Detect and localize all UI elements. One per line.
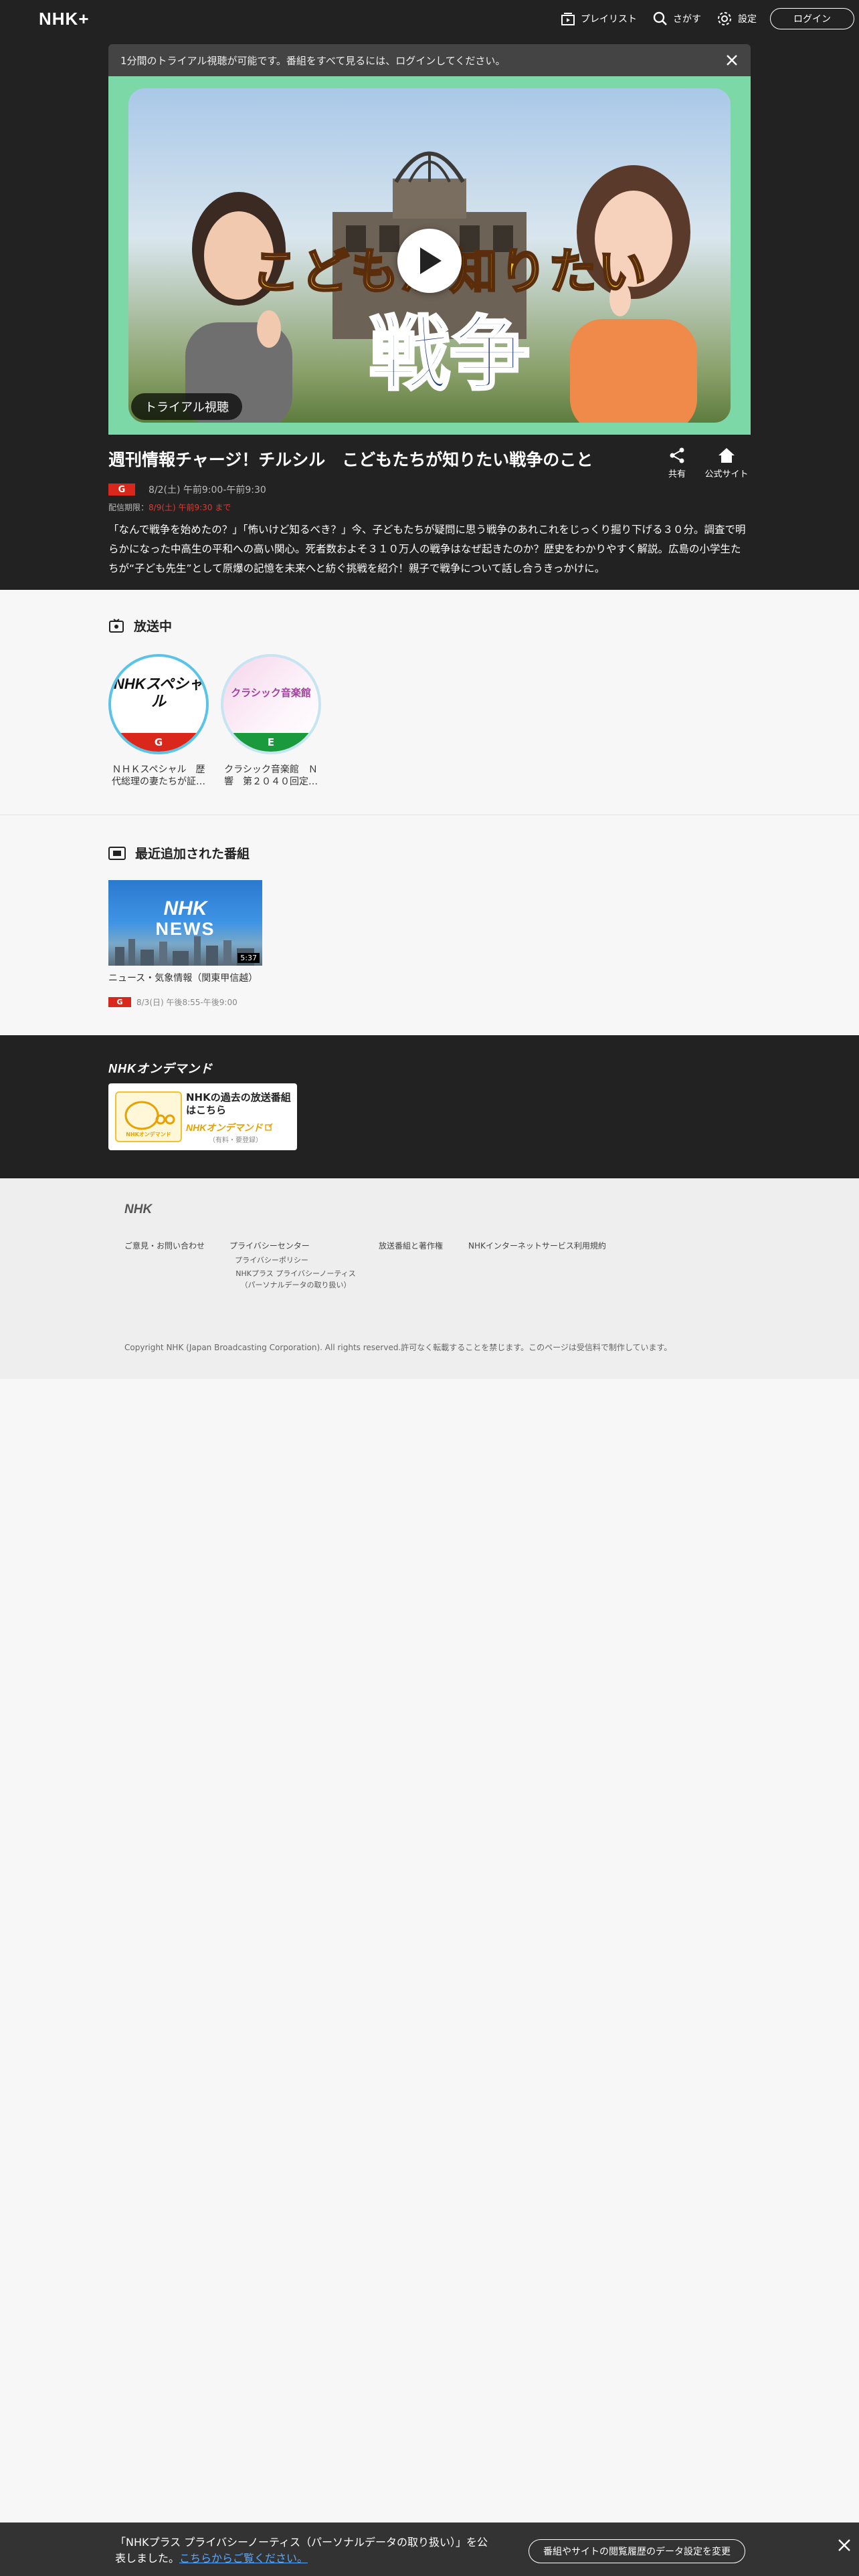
ondemand-note: （有料・要登録）	[209, 1137, 262, 1144]
play-button[interactable]	[397, 229, 462, 293]
footer-privacy-notice-link[interactable]: NHKプラス プライバシーノーティス（パーソナルデータの取り扱い）	[229, 1268, 363, 1291]
ondemand-brand: NHKオンデマンド	[186, 1121, 273, 1134]
program-title: 週刊情報チャージ！チルシル こどもたちが知りたい戦争のこと	[108, 450, 593, 469]
privacy-banner-link[interactable]: こちらからご覧ください。	[179, 2552, 308, 2565]
footer-contact-link[interactable]: ご意見・お問い合わせ	[124, 1240, 205, 1251]
new-icon	[108, 846, 126, 860]
footer-terms-link[interactable]: NHKインターネットサービス利用規約	[468, 1240, 606, 1251]
channel-card[interactable]: NHKスペシャル G ＮＨＫスペシャル 歴代総理の妻たちが証…	[108, 654, 209, 788]
playlist-label: プレイリスト	[581, 14, 637, 25]
news-logo-line-1: NHK	[163, 897, 207, 920]
playlist-icon	[561, 13, 575, 25]
news-program-name[interactable]: ニュース・気象情報（関東甲信越）	[108, 971, 258, 984]
recent-title: 最近追加された番組	[135, 847, 250, 861]
search-icon	[653, 11, 667, 25]
channel-badge: E	[223, 733, 318, 752]
settings-button[interactable]: 設定	[717, 8, 757, 29]
channel-badge: G	[111, 733, 206, 752]
news-airtime: 8/3(日) 午後8:55-午後9:00	[136, 998, 237, 1007]
channel-card[interactable]: クラシック音楽館 E クラシック音楽館 Ｎ響 第２０４０回定…	[221, 654, 321, 788]
on-air-title: 放送中	[134, 619, 173, 634]
channel-badge: G	[108, 484, 135, 496]
ondemand-character-image: NHKオンデマンド	[115, 1091, 182, 1142]
privacy-banner: 「NHKプラス プライバシーノーティス（パーソナルデータの取り扱い）」を公表しま…	[0, 2523, 859, 2576]
official-site-label: 公式サイト	[704, 469, 749, 479]
video-player[interactable]: こどもが知りたい 戦争 トライアル視聴	[108, 76, 751, 435]
news-logo-line-2: NEWS	[155, 919, 215, 939]
privacy-banner-text: 「NHKプラス プライバシーノーティス（パーソナルデータの取り扱い）」を公表しま…	[115, 2535, 496, 2567]
trial-notice: 1分間のトライアル視聴が可能です。番組をすべて見るには、ログインしてください。	[108, 44, 751, 76]
trial-badge: トライアル視聴	[131, 393, 242, 420]
channel-logo-text: クラシック音楽館	[231, 687, 311, 699]
playlist-button[interactable]: プレイリスト	[561, 8, 637, 29]
data-settings-button[interactable]: 番組やサイトの閲覧履歴のデータ設定を変更	[529, 2539, 745, 2563]
deadline-prefix: 配信期限：	[108, 503, 149, 512]
gear-icon	[718, 12, 731, 25]
ondemand-section: NHKオンデマンド NHKオンデマンド NHKの過去の放送番組はこちら NHKオ…	[0, 1035, 859, 1178]
hero-title-art-2: 戦争	[368, 306, 531, 403]
channel-badge: G	[108, 997, 131, 1007]
close-icon[interactable]	[836, 2537, 852, 2553]
program-description: 「なんで戦争を始めたの？」「怖いけど知るべき？」今、子どもたちが疑問に思う戦争の…	[108, 524, 746, 574]
share-label: 共有	[668, 469, 686, 479]
footer-privacy-center-link[interactable]: プライバシーセンター	[229, 1240, 310, 1251]
nhk-plus-logo[interactable]: NHK+	[39, 9, 90, 29]
on-air-heading: 放送中	[108, 617, 172, 635]
channel-program-name: ＮＨＫスペシャル 歴代総理の妻たちが証…	[112, 764, 205, 787]
channel-logo-text: NHKスペシャル	[113, 675, 204, 710]
broadcast-icon	[109, 618, 124, 633]
ondemand-banner-text: NHKの過去の放送番組はこちら	[186, 1091, 291, 1116]
ondemand-logo: NHKオンデマンド	[108, 1062, 213, 1075]
search-button[interactable]: さがす	[653, 8, 701, 29]
channel-logo: クラシック音楽館 E	[221, 654, 321, 754]
program-airtime: 8/2(土) 午前9:00-午前9:30	[149, 485, 266, 496]
program-deadline: 配信期限：8/9(土) 午前9:30 まで	[108, 502, 231, 513]
search-label: さがす	[673, 14, 701, 25]
program-airtime-row: G 8/2(土) 午前9:00-午前9:30	[108, 483, 266, 496]
settings-label: 設定	[738, 14, 757, 25]
footer-nhk-logo[interactable]: NHK	[124, 1202, 152, 1217]
news-airtime-row: G 8/3(日) 午後8:55-午後9:00	[108, 996, 237, 1008]
copyright-text: Copyright NHK (Japan Broadcasting Corpor…	[124, 1343, 672, 1352]
close-icon[interactable]	[724, 52, 740, 68]
news-logo: NHK NEWS	[108, 897, 262, 940]
ondemand-character-label: NHKオンデマンド	[126, 1132, 171, 1138]
official-site-button[interactable]: 公式サイト	[702, 447, 751, 479]
footer: NHK ご意見・お問い合わせ プライバシーセンター プライバシーポリシー NHK…	[0, 1178, 859, 1379]
deadline-value: 8/9(土) 午前9:30 まで	[149, 503, 231, 512]
trial-notice-text: 1分間のトライアル視聴が可能です。番組をすべて見るには、ログインしてください。	[120, 54, 506, 67]
play-icon	[420, 247, 442, 274]
home-icon	[719, 448, 735, 463]
footer-copyright-link[interactable]: 放送番組と著作権	[379, 1240, 443, 1251]
program-section: 1分間のトライアル視聴が可能です。番組をすべて見るには、ログインしてください。	[0, 37, 859, 590]
channel-program-name: クラシック音楽館 Ｎ響 第２０４０回定…	[224, 764, 318, 787]
channel-logo: NHKスペシャル G	[108, 654, 209, 754]
header: NHK+ プレイリスト さがす 設定 ログイン	[0, 0, 859, 37]
news-thumbnail[interactable]: NHK NEWS 5:37	[108, 880, 262, 966]
ondemand-brand-label: NHKオンデマンド	[186, 1122, 263, 1133]
footer-privacy-policy-link[interactable]: プライバシーポリシー	[231, 1255, 312, 1266]
external-link-icon	[265, 1123, 273, 1131]
login-button[interactable]: ログイン	[770, 8, 854, 29]
ondemand-banner[interactable]: NHKオンデマンド NHKの過去の放送番組はこちら NHKオンデマンド （有料・…	[108, 1083, 297, 1150]
share-button[interactable]: 共有	[662, 447, 692, 479]
recent-heading: 最近追加された番組	[108, 844, 250, 862]
share-icon	[670, 447, 684, 463]
duration-badge: 5:37	[237, 953, 260, 963]
